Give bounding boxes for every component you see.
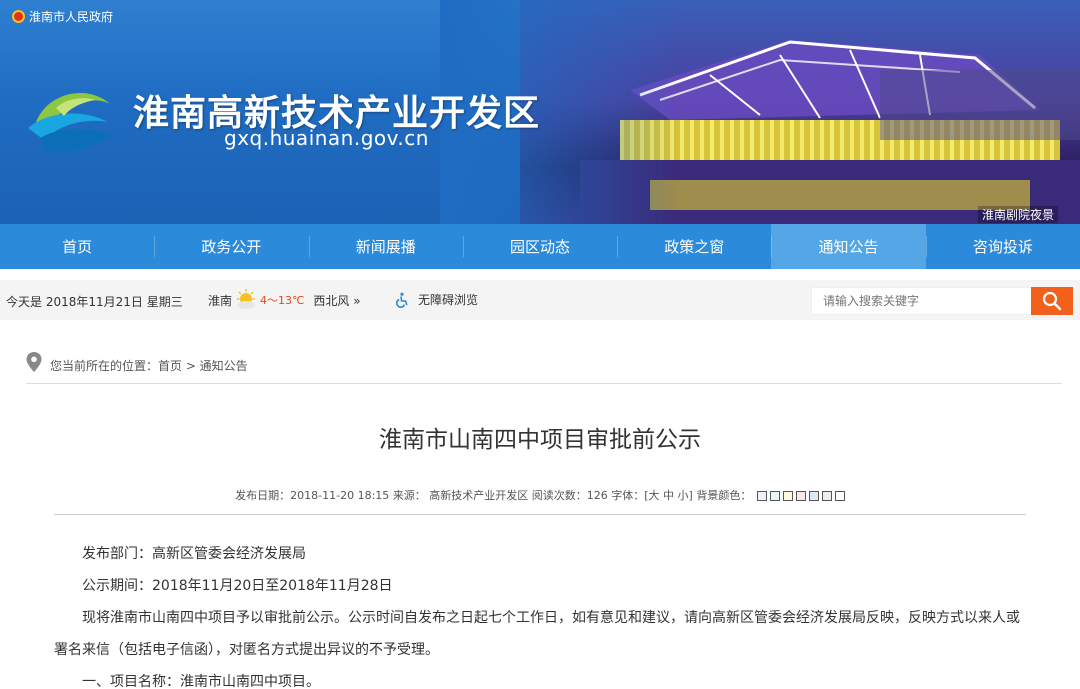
- nav-item-home[interactable]: 首页: [0, 224, 154, 269]
- breadcrumb-text[interactable]: 您当前所在的位置：首页 > 通知公告: [50, 357, 248, 374]
- weather-wind: 西北风 »: [313, 293, 361, 308]
- weather-temperature: 4～13℃: [260, 294, 305, 307]
- weather-city: 淮南: [208, 293, 233, 308]
- bg-color-swatch[interactable]: [782, 491, 793, 501]
- main-nav: 首页 政务公开 新闻展播 园区动态 政策之窗 通知公告 咨询投诉: [0, 224, 1080, 269]
- sunny-weather-icon: [237, 289, 256, 309]
- photo-caption: 淮南剧院夜景: [977, 206, 1058, 223]
- nav-item-policy[interactable]: 政策之窗: [617, 224, 771, 269]
- site-logo: [28, 92, 112, 153]
- accessibility-link[interactable]: 无障碍浏览: [394, 291, 478, 308]
- wheelchair-icon: [395, 292, 408, 308]
- current-date: 今天是 2018年11月21日 星期三: [6, 295, 183, 309]
- nav-item-government-affairs[interactable]: 政务公开: [154, 224, 308, 269]
- article-meta: 发布日期：2018-11-20 18:15 来源： 高新技术产业开发区 阅读次数…: [0, 487, 1080, 503]
- article-paragraph: 发布部门：高新区管委会经济发展局: [82, 546, 306, 562]
- header-banner: 淮南市人民政府 淮南高新技术产业开发区 gxq.huainan.gov.cn 淮…: [0, 0, 1080, 224]
- search-button[interactable]: [1031, 287, 1073, 315]
- site-url: gxq.huainan.gov.cn: [224, 126, 429, 150]
- article-paragraph: 公示期间：2018年11月20日至2018年11月28日: [82, 578, 393, 594]
- national-emblem-icon: [12, 10, 25, 23]
- breadcrumb: 您当前所在的位置：首页 > 通知公告: [26, 352, 1062, 384]
- article-body: 发布部门：高新区管委会经济发展局 公示期间：2018年11月20日至2018年1…: [54, 538, 1026, 689]
- search-icon: [1042, 291, 1062, 311]
- search-input[interactable]: [811, 287, 1032, 315]
- bg-color-swatch[interactable]: [821, 491, 832, 501]
- article-paragraph: 现将淮南市山南四中项目予以审批前公示。公示时间自发布之日起七个工作日，如有意见和…: [54, 610, 1020, 658]
- nav-item-news[interactable]: 新闻展播: [308, 224, 463, 269]
- article-title: 淮南市山南四中项目审批前公示: [379, 427, 701, 453]
- gov-homepage-link[interactable]: 淮南市人民政府: [12, 8, 113, 25]
- bg-color-swatch[interactable]: [834, 491, 845, 501]
- gov-link-label: 淮南市人民政府: [29, 10, 114, 24]
- nav-item-notices[interactable]: 通知公告: [771, 224, 926, 269]
- bg-color-swatch[interactable]: [756, 491, 767, 501]
- background-color-picker: [756, 491, 845, 501]
- accessibility-label: 无障碍浏览: [418, 293, 479, 307]
- article-meta-text: 发布日期：2018-11-20 18:15 来源： 高新技术产业开发区 阅读次数…: [235, 489, 752, 502]
- bg-color-swatch[interactable]: [808, 491, 819, 501]
- article-paragraph: 一、项目名称：淮南市山南四中项目。: [82, 674, 320, 689]
- nav-item-park-updates[interactable]: 园区动态: [462, 224, 617, 269]
- nav-item-consultation[interactable]: 咨询投诉: [925, 224, 1080, 269]
- bg-color-swatch[interactable]: [795, 491, 806, 501]
- article-divider: [54, 514, 1026, 515]
- bg-color-swatch[interactable]: [769, 491, 780, 501]
- location-pin-icon: [26, 352, 42, 372]
- weather-widget[interactable]: 淮南 4～13℃ 西北风 »: [208, 289, 361, 311]
